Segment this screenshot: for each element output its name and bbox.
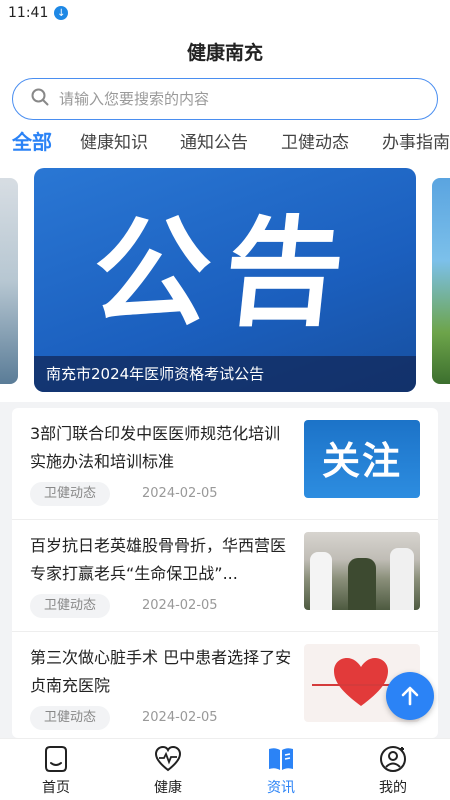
news-category-badge: 卫健动态 bbox=[30, 706, 111, 730]
heart-pulse-icon bbox=[154, 745, 182, 772]
search-box[interactable] bbox=[12, 78, 438, 120]
news-item[interactable]: 第三次做心脏手术 巴中患者选择了安贞南充医院 卫健动态 2024-02-05 bbox=[12, 632, 438, 738]
nav-health-label: 健康 bbox=[154, 780, 182, 796]
home-icon bbox=[45, 746, 67, 772]
thumbnail-text: 关注 bbox=[321, 439, 402, 483]
book-icon bbox=[269, 748, 293, 770]
tab-service-guide[interactable]: 办事指南 bbox=[382, 128, 450, 153]
banner-carousel[interactable]: 公告 南充市2024年医师资格考试公告 bbox=[0, 162, 450, 402]
download-icon: ↓ bbox=[54, 6, 69, 20]
photo-figure bbox=[310, 552, 332, 610]
status-bar: 11:41 ↓ bbox=[0, 0, 450, 26]
nav-home-label: 首页 bbox=[42, 780, 70, 796]
user-add-icon bbox=[380, 746, 406, 772]
banner-caption: 南充市2024年医师资格考试公告 bbox=[46, 365, 265, 383]
bottom-nav: 首页 健康 资讯 我的 bbox=[0, 738, 450, 800]
news-date: 2024-02-05 bbox=[142, 710, 218, 725]
nav-news[interactable]: 资讯 bbox=[241, 745, 321, 797]
search-area bbox=[0, 76, 450, 124]
news-date: 2024-02-05 bbox=[142, 598, 218, 613]
heart-icon bbox=[334, 658, 388, 706]
tab-health-news[interactable]: 卫健动态 bbox=[281, 128, 349, 153]
news-category-badge: 卫健动态 bbox=[30, 482, 111, 506]
news-list: 3部门联合印发中医医师规范化培训实施办法和培训标准 卫健动态 2024-02-0… bbox=[12, 408, 438, 738]
nav-mine[interactable]: 我的 bbox=[353, 745, 433, 797]
news-title: 百岁抗日老英雄股骨骨折，华西营医专家打赢老兵“生命保卫战”... bbox=[30, 536, 287, 583]
page-header: 健康南充 bbox=[0, 26, 450, 76]
tab-notices[interactable]: 通知公告 bbox=[180, 128, 248, 153]
banner-slide[interactable]: 公告 南充市2024年医师资格考试公告 bbox=[34, 168, 416, 392]
tab-health-knowledge[interactable]: 健康知识 bbox=[80, 128, 148, 153]
news-title: 第三次做心脏手术 巴中患者选择了安贞南充医院 bbox=[30, 648, 292, 695]
category-tabs: 全部 健康知识 通知公告 卫健动态 办事指南 bbox=[0, 124, 450, 162]
nav-health[interactable]: 健康 bbox=[128, 745, 208, 797]
news-category-badge: 卫健动态 bbox=[30, 594, 111, 618]
nav-news-label: 资讯 bbox=[267, 780, 295, 796]
news-item[interactable]: 百岁抗日老英雄股骨骨折，华西营医专家打赢老兵“生命保卫战”... 卫健动态 20… bbox=[12, 520, 438, 632]
banner-next-slide[interactable] bbox=[432, 178, 450, 384]
nav-mine-label: 我的 bbox=[379, 780, 407, 796]
search-icon bbox=[31, 88, 49, 110]
news-title: 3部门联合印发中医医师规范化培训实施办法和培训标准 bbox=[30, 424, 281, 471]
page-title: 健康南充 bbox=[186, 41, 263, 64]
arrow-up-icon bbox=[401, 686, 419, 706]
tab-all[interactable]: 全部 bbox=[12, 126, 52, 155]
photo-figure bbox=[390, 548, 414, 610]
search-input[interactable] bbox=[59, 90, 399, 108]
banner-image-text: 公告 bbox=[85, 204, 365, 342]
nav-home[interactable]: 首页 bbox=[16, 745, 96, 797]
photo-figure bbox=[348, 558, 376, 610]
news-item[interactable]: 3部门联合印发中医医师规范化培训实施办法和培训标准 卫健动态 2024-02-0… bbox=[12, 408, 438, 520]
back-to-top-button[interactable] bbox=[386, 672, 434, 720]
news-thumbnail: 关注 bbox=[304, 420, 420, 498]
banner-prev-slide[interactable] bbox=[0, 178, 18, 384]
news-thumbnail bbox=[304, 532, 420, 610]
status-time: 11:41 bbox=[8, 5, 49, 21]
news-date: 2024-02-05 bbox=[142, 486, 218, 501]
